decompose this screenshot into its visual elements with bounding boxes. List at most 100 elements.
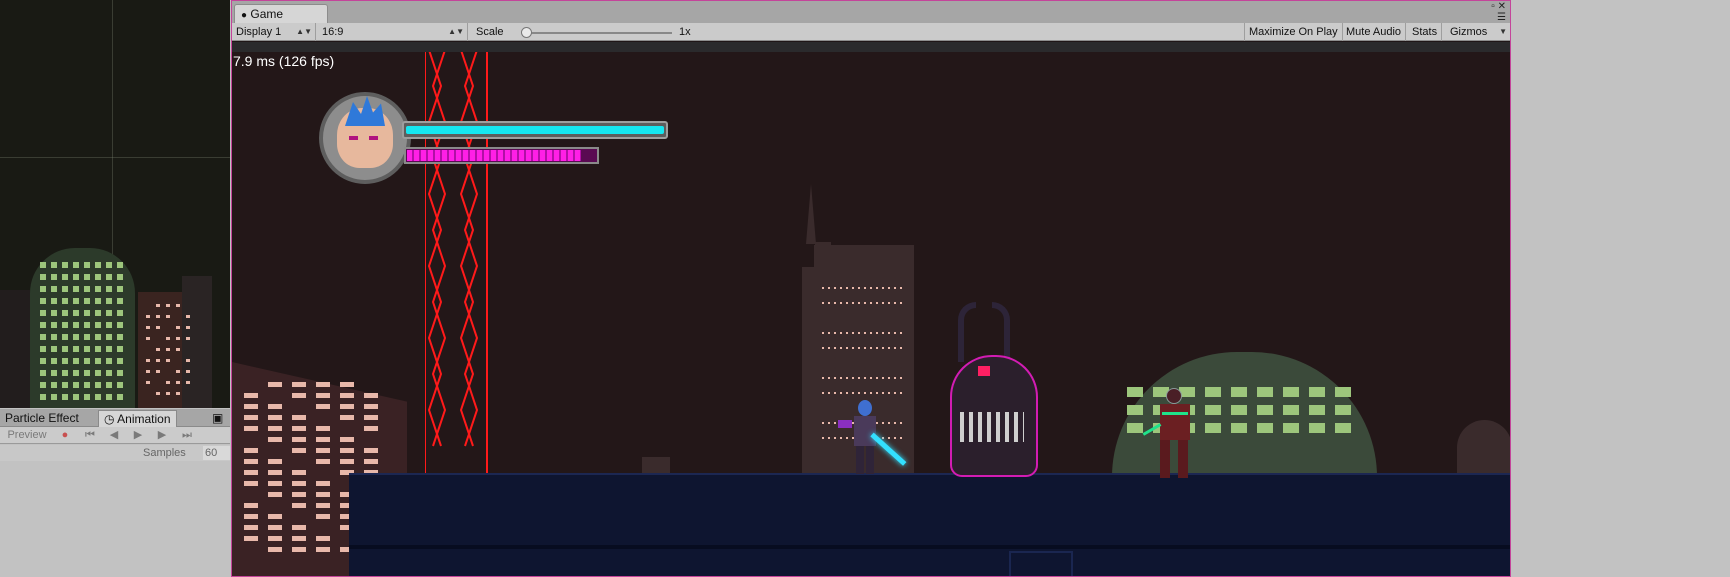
building-window — [292, 448, 306, 453]
building-window — [888, 392, 890, 394]
building-window — [268, 492, 282, 497]
next-key-icon[interactable]: ▶ — [152, 427, 172, 443]
building-window — [176, 370, 180, 373]
dropdown-arrow-icon: ▲▼ — [448, 27, 464, 36]
building-window — [51, 274, 57, 280]
building-window — [340, 382, 354, 387]
building-window — [292, 481, 306, 486]
close-window-icon[interactable]: ✕ — [1498, 1, 1506, 12]
prev-key-icon[interactable]: ◀ — [104, 427, 124, 443]
building-window — [888, 437, 890, 439]
aspect-dropdown[interactable]: 16:9 ▲▼ — [318, 23, 468, 41]
building-window — [1257, 387, 1273, 397]
small-dome — [1457, 420, 1510, 478]
samples-field[interactable]: 60 — [203, 446, 230, 460]
building-window — [40, 262, 46, 268]
game-tab[interactable]: ● Game — [234, 4, 328, 23]
building-window — [84, 394, 90, 400]
tall-tower — [806, 184, 816, 244]
building-window — [166, 348, 170, 351]
game-window: ● Game ▫ ✕ ☰ Display 1 ▲▼ 16:9 ▲▼ Scale … — [231, 0, 1511, 577]
building-window — [106, 310, 112, 316]
first-key-icon[interactable]: ⏮ — [80, 427, 100, 443]
building-window — [852, 332, 854, 334]
building-window — [106, 346, 112, 352]
dropdown-arrow-icon: ▲▼ — [296, 27, 312, 36]
window-icon: ▣ — [212, 411, 224, 425]
building-window — [834, 392, 836, 394]
player-portrait — [319, 92, 411, 184]
stats-toggle[interactable]: Stats — [1408, 23, 1443, 41]
building-window — [186, 370, 190, 373]
building-window — [176, 337, 180, 340]
building-window — [62, 310, 68, 316]
building-window — [95, 286, 101, 292]
building-window — [864, 332, 866, 334]
tab-menu-icon[interactable]: ☰ — [1491, 12, 1506, 23]
building-window — [268, 536, 282, 541]
maximize-window-icon[interactable]: ▫ — [1491, 1, 1495, 12]
building-window — [846, 392, 848, 394]
building-window — [822, 437, 824, 439]
building-window — [882, 422, 884, 424]
scale-slider-track[interactable] — [526, 32, 672, 34]
preview-button[interactable]: Preview — [2, 427, 52, 443]
building-window — [894, 302, 896, 304]
building-window — [340, 393, 354, 398]
building-window — [858, 302, 860, 304]
building-window — [292, 492, 306, 497]
building-window — [51, 370, 57, 376]
building-window — [1231, 405, 1247, 415]
building-window — [268, 459, 282, 464]
scene-view[interactable] — [0, 0, 230, 408]
maximize-on-play-toggle[interactable]: Maximize On Play — [1244, 23, 1343, 41]
building-window — [84, 310, 90, 316]
game-toolbar: Display 1 ▲▼ 16:9 ▲▼ Scale 1x Maximize O… — [232, 23, 1510, 41]
building-window — [117, 262, 123, 268]
building-window — [1309, 405, 1325, 415]
building-window — [900, 347, 902, 349]
building-window — [894, 377, 896, 379]
office-tower — [802, 267, 822, 477]
building-window — [1231, 423, 1247, 433]
building-window — [1205, 423, 1221, 433]
building-window — [244, 459, 258, 464]
editor-empty-area — [1512, 0, 1730, 577]
mute-audio-toggle[interactable]: Mute Audio — [1342, 23, 1407, 41]
girder — [1009, 551, 1073, 576]
building-window — [894, 287, 896, 289]
building-window — [292, 393, 306, 398]
building-window — [117, 286, 123, 292]
building-window — [106, 274, 112, 280]
building-window — [117, 298, 123, 304]
building-window — [244, 448, 258, 453]
scale-slider-knob[interactable] — [521, 27, 532, 38]
building-window — [166, 304, 170, 307]
building-window — [882, 392, 884, 394]
building-window — [900, 302, 902, 304]
letterbox-bar — [232, 42, 1510, 52]
record-icon[interactable]: ● — [56, 427, 74, 443]
building-window — [882, 377, 884, 379]
tab-particle-effect[interactable]: Particle Effect — [0, 410, 84, 427]
dropdown-arrow-icon: ▼ — [1499, 27, 1507, 36]
building-window — [244, 404, 258, 409]
building-window — [106, 298, 112, 304]
portrait-eye — [369, 136, 378, 140]
building-window — [186, 315, 190, 318]
building-window — [364, 404, 378, 409]
tab-animation[interactable]: ◷ Animation — [98, 410, 177, 427]
game-viewport[interactable]: 7.9 ms (126 fps) — [232, 52, 1510, 576]
gizmos-dropdown[interactable]: Gizmos ▼ — [1446, 23, 1510, 41]
display-dropdown[interactable]: Display 1 ▲▼ — [232, 23, 316, 41]
play-icon[interactable]: ▶ — [128, 427, 148, 443]
last-key-icon[interactable]: ⏭ — [176, 427, 198, 443]
building-window — [176, 392, 180, 395]
building-window — [73, 262, 79, 268]
building-window — [316, 382, 330, 387]
building-window — [40, 286, 46, 292]
tab-c[interactable]: ▣ C — [207, 410, 230, 442]
building-window — [822, 287, 824, 289]
building-window — [1335, 387, 1351, 397]
building-window — [834, 332, 836, 334]
